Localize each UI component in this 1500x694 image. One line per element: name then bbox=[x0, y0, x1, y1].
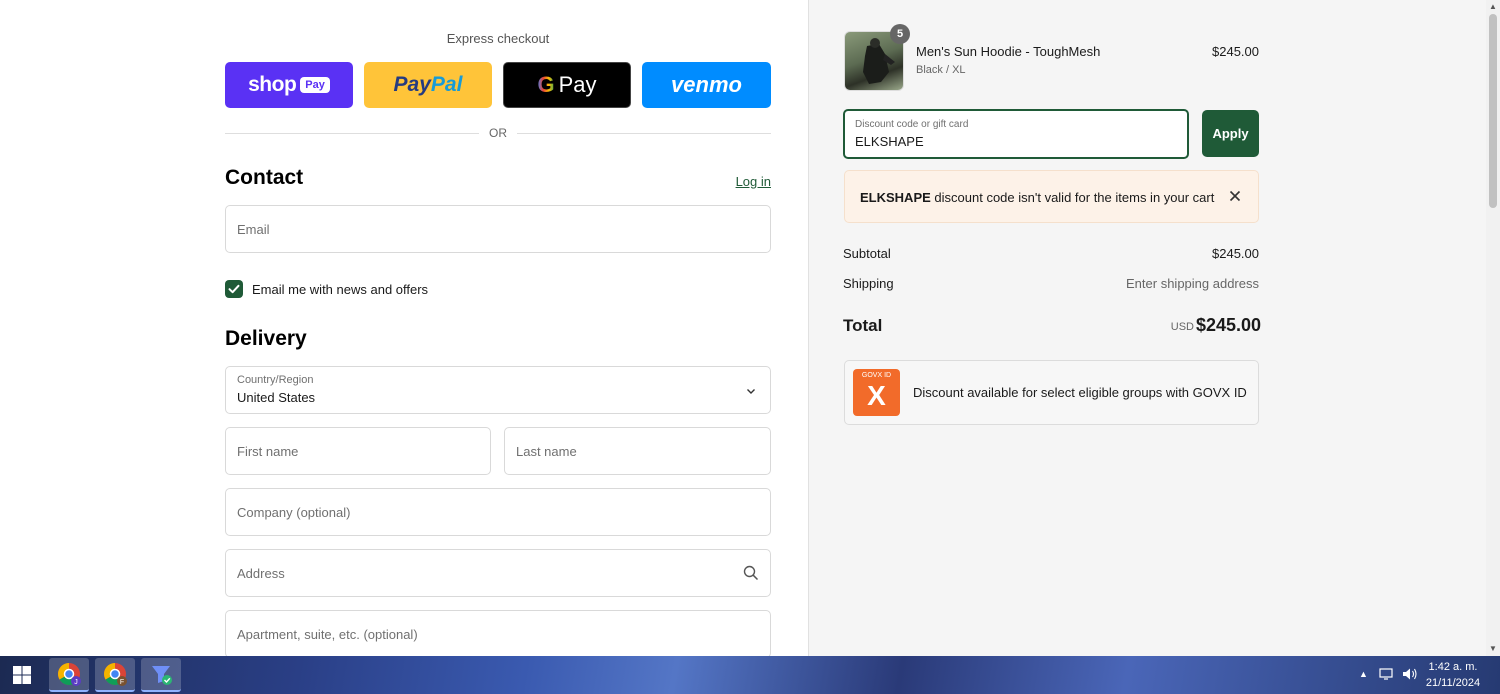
taskbar-app-check[interactable] bbox=[141, 658, 181, 692]
paypal-button[interactable]: Pay Pal bbox=[364, 62, 492, 108]
order-summary-panel bbox=[808, 0, 1487, 656]
discount-error-banner: ELKSHAPE discount code isn't valid for t… bbox=[844, 170, 1259, 223]
profile-f-badge: F bbox=[120, 679, 124, 686]
last-name-placeholder: Last name bbox=[516, 444, 577, 459]
apply-button[interactable]: Apply bbox=[1202, 110, 1259, 157]
email-placeholder: Email bbox=[237, 222, 270, 237]
govx-text: Discount available for select eligible g… bbox=[913, 385, 1247, 400]
error-text: discount code isn't valid for the items … bbox=[930, 190, 1215, 205]
address-field[interactable]: Address bbox=[225, 549, 771, 597]
quantity-badge: 5 bbox=[890, 24, 910, 44]
shop-pay-button[interactable]: shop Pay bbox=[225, 62, 353, 108]
express-checkout-title: Express checkout bbox=[446, 31, 550, 46]
tray-overflow-icon[interactable]: ▲ bbox=[1359, 669, 1368, 679]
discount-error-message: ELKSHAPE discount code isn't valid for t… bbox=[860, 190, 1214, 205]
taskbar-chrome-j[interactable]: J bbox=[49, 658, 89, 692]
windows-taskbar: J F ▲ 1:42 a. m. 21/11/2024 bbox=[0, 656, 1500, 694]
google-pay-label: Pay bbox=[558, 72, 597, 97]
venmo-button[interactable]: venmo bbox=[642, 62, 771, 108]
start-button[interactable] bbox=[2, 658, 42, 692]
discount-label: Discount code or gift card bbox=[855, 119, 969, 130]
country-label: Country/Region bbox=[237, 374, 314, 386]
app-check-icon bbox=[152, 666, 172, 685]
taskbar-chrome-f[interactable]: F bbox=[95, 658, 135, 692]
company-field[interactable]: Company (optional) bbox=[225, 488, 771, 536]
address-placeholder: Address bbox=[237, 566, 285, 581]
close-icon[interactable] bbox=[1229, 190, 1241, 202]
shop-pay-badge: Pay bbox=[300, 77, 330, 93]
chrome-icon: F bbox=[104, 663, 127, 686]
country-value: United States bbox=[237, 390, 316, 405]
govx-logo-mark: X bbox=[867, 380, 886, 411]
venmo-label: venmo bbox=[671, 72, 742, 97]
product-name: Men's Sun Hoodie - ToughMesh bbox=[916, 44, 1101, 59]
or-divider: OR bbox=[225, 124, 771, 142]
total-value: $245.00 bbox=[1196, 315, 1262, 335]
product-variant: Black / XL bbox=[916, 64, 966, 76]
volume-icon[interactable] bbox=[1402, 667, 1418, 681]
chrome-icon: J bbox=[58, 663, 81, 686]
apartment-field[interactable]: Apartment, suite, etc. (optional) bbox=[225, 610, 771, 656]
shipping-label: Shipping bbox=[843, 276, 894, 291]
error-code: ELKSHAPE bbox=[860, 190, 931, 205]
apartment-placeholder: Apartment, suite, etc. (optional) bbox=[237, 627, 418, 642]
divider-line-right bbox=[517, 133, 771, 134]
total-label: Total bbox=[843, 316, 883, 335]
news-checkbox[interactable] bbox=[225, 280, 243, 298]
log-in-link[interactable]: Log in bbox=[700, 174, 771, 189]
total-currency: USD bbox=[1170, 321, 1194, 333]
email-field[interactable]: Email bbox=[225, 205, 771, 253]
page-scrollbar[interactable]: ▲ ▼ bbox=[1486, 0, 1500, 656]
clock-time: 1:42 a. m. bbox=[1428, 661, 1478, 673]
last-name-field[interactable]: Last name bbox=[504, 427, 771, 475]
delivery-heading: Delivery bbox=[225, 327, 307, 350]
contact-heading: Contact bbox=[225, 166, 304, 189]
google-pay-button[interactable]: G Pay bbox=[503, 62, 631, 108]
scroll-down-arrow-icon[interactable]: ▼ bbox=[1486, 642, 1500, 656]
checkout-form-panel: Express checkout shop Pay Pay Pal G Pay v… bbox=[0, 0, 808, 656]
discount-code-field[interactable]: Discount code or gift card bbox=[843, 109, 1189, 159]
paypal-pay-text: Pay bbox=[393, 73, 431, 96]
subtotal-label: Subtotal bbox=[843, 246, 891, 261]
profile-j-badge: J bbox=[74, 679, 78, 686]
country-select[interactable]: Country/Region United States bbox=[225, 366, 771, 414]
product-price: $245.00 bbox=[1212, 44, 1259, 59]
checkmark-icon bbox=[228, 284, 240, 294]
company-placeholder: Company (optional) bbox=[237, 505, 351, 520]
paypal-pal-text: Pal bbox=[430, 73, 463, 96]
first-name-field[interactable]: First name bbox=[225, 427, 491, 475]
windows-logo-icon bbox=[13, 666, 31, 684]
network-icon[interactable] bbox=[1379, 667, 1395, 681]
system-clock[interactable]: 1:42 a. m. 21/11/2024 bbox=[1422, 659, 1484, 691]
subtotal-value: $245.00 bbox=[1212, 246, 1259, 261]
govx-discount-banner[interactable]: GOVX ID X Discount available for select … bbox=[844, 360, 1259, 425]
news-checkbox-label[interactable]: Email me with news and offers bbox=[252, 282, 428, 297]
clock-date: 21/11/2024 bbox=[1425, 677, 1481, 689]
google-g-icon: G bbox=[537, 72, 555, 97]
govx-logo-icon: GOVX ID X bbox=[853, 369, 900, 416]
search-icon bbox=[743, 565, 759, 581]
govx-logo-text: GOVX ID bbox=[861, 372, 892, 379]
shop-pay-label: shop bbox=[248, 73, 297, 96]
chevron-down-icon bbox=[747, 389, 755, 394]
discount-input[interactable] bbox=[855, 134, 1175, 149]
shipping-value: Enter shipping address bbox=[1126, 276, 1259, 291]
first-name-placeholder: First name bbox=[237, 444, 299, 459]
scrollbar-thumb[interactable] bbox=[1489, 14, 1497, 208]
scroll-up-arrow-icon[interactable]: ▲ bbox=[1486, 0, 1500, 14]
